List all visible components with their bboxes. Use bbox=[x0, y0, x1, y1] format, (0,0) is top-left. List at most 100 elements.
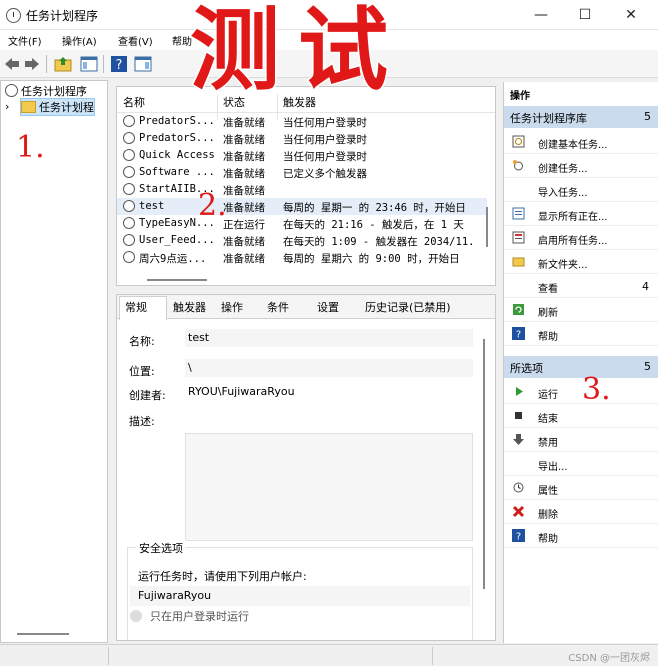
name-field[interactable]: test bbox=[185, 329, 473, 347]
svg-text:?: ? bbox=[516, 532, 521, 543]
detail-vscrollbar[interactable] bbox=[483, 339, 485, 589]
task-list: 名称 状态 触发器 PredatorS... 准备就绪 当任何用户登录时 Preda… bbox=[116, 86, 496, 286]
watermark-text: CSDN @一团灰烬 bbox=[568, 653, 650, 664]
clock-icon bbox=[6, 8, 21, 23]
run-as-label: 运行任务时，请使用下列用户帐户: bbox=[138, 570, 307, 583]
tree-expander[interactable]: › bbox=[5, 100, 9, 116]
table-row[interactable]: StartAIIB... 准备就绪 bbox=[117, 181, 487, 198]
menu-view[interactable]: 查看(V) bbox=[118, 33, 153, 48]
section-expand-indicator: 5 bbox=[644, 110, 651, 123]
title-bar: 任务计划程序 — ☐ ✕ bbox=[0, 0, 658, 30]
task-list-header: 名称 状态 触发器 bbox=[117, 87, 495, 120]
action-help-selected[interactable]: ? 帮助 bbox=[504, 524, 658, 548]
table-row[interactable]: User_Feed... 准备就绪 在每天的 1:09 - 触发器在 2034/11… bbox=[117, 232, 487, 249]
tab-actions[interactable]: 操作 bbox=[221, 299, 243, 315]
table-row[interactable]: TypeEasyN... 正在运行 在每天的 21:16 - 触发后，在 1 天 bbox=[117, 215, 487, 232]
help-icon: ? bbox=[512, 327, 525, 340]
security-options-title: 安全选项 bbox=[136, 540, 186, 556]
window-title: 任务计划程序 bbox=[26, 9, 99, 23]
section-header-selected[interactable]: 所选项 5 bbox=[504, 356, 658, 378]
action-refresh[interactable]: 刷新 bbox=[504, 298, 658, 322]
action-properties[interactable]: 属性 bbox=[504, 476, 658, 500]
folder-clock-icon bbox=[21, 101, 36, 113]
stop-icon bbox=[515, 412, 522, 419]
column-name[interactable]: 名称 bbox=[123, 94, 145, 110]
task-list-vscrollbar[interactable] bbox=[486, 207, 488, 247]
action-enable-all-history[interactable]: 启用所有任务... bbox=[504, 226, 658, 250]
tab-conditions[interactable]: 条件 bbox=[267, 299, 289, 315]
tab-general[interactable]: 常规 bbox=[125, 299, 147, 315]
action-show-running-tasks[interactable]: 显示所有正在... bbox=[504, 202, 658, 226]
forward-arrow-icon[interactable] bbox=[23, 55, 41, 73]
task-clock-icon bbox=[123, 166, 135, 178]
action-end[interactable]: 结束 bbox=[504, 404, 658, 428]
close-button[interactable]: ✕ bbox=[608, 0, 654, 30]
status-bar: CSDN @一团灰烬 bbox=[0, 644, 658, 666]
detail-tabs: 常规 触发器 操作 条件 设置 历史记录(已禁用) bbox=[117, 295, 495, 320]
svg-text:?: ? bbox=[116, 58, 123, 73]
action-delete[interactable]: 删除 bbox=[504, 500, 658, 524]
task-clock-icon bbox=[123, 251, 135, 263]
clock-icon bbox=[5, 84, 18, 97]
minimize-button[interactable]: — bbox=[518, 0, 564, 30]
task-clock-icon bbox=[123, 217, 135, 229]
menu-file[interactable]: 文件(F) bbox=[8, 33, 42, 48]
tree-item-root[interactable]: 任务计划程序 bbox=[5, 83, 87, 99]
table-row[interactable]: 周六9点运... 准备就绪 每周的 星期六 的 9:00 时，开始日 bbox=[117, 249, 487, 266]
actions-pane: 操作 任务计划程序库 5 创建基本任务... 创建任务... 导入任务... 显… bbox=[503, 82, 658, 643]
action-run[interactable]: 运行 bbox=[504, 380, 658, 404]
wizard-icon bbox=[512, 135, 525, 148]
security-options-group: 安全选项 运行任务时，请使用下列用户帐户: FujiwaraRyou 只在用户登… bbox=[127, 540, 473, 640]
back-arrow-icon[interactable] bbox=[3, 55, 21, 73]
properties-icon bbox=[513, 482, 524, 493]
table-row[interactable]: Quick Access 准备就绪 当任何用户登录时 bbox=[117, 147, 487, 164]
action-export[interactable]: 导出... bbox=[504, 452, 658, 476]
table-row-selected[interactable]: test 准备就绪 每周的 星期一 的 23:46 时，开始日 bbox=[117, 198, 487, 215]
name-label: 名称: bbox=[129, 335, 155, 348]
create-task-icon bbox=[513, 160, 523, 171]
description-field[interactable] bbox=[185, 433, 473, 541]
tab-settings[interactable]: 设置 bbox=[317, 299, 339, 315]
section-header-library[interactable]: 任务计划程序库 5 bbox=[504, 106, 658, 128]
task-list-hscrollbar[interactable] bbox=[147, 279, 207, 281]
task-clock-icon bbox=[123, 149, 135, 161]
author-field: RYOU\FujiwaraRyou bbox=[185, 383, 473, 401]
tree-item-library[interactable]: 任务计划程 bbox=[20, 98, 95, 116]
task-clock-icon bbox=[123, 183, 135, 195]
tab-triggers[interactable]: 触发器 bbox=[173, 299, 206, 315]
show-pane-icon[interactable] bbox=[80, 55, 98, 73]
tree-scrollbar[interactable] bbox=[17, 633, 69, 635]
author-label: 创建者: bbox=[129, 389, 166, 402]
up-folder-icon[interactable] bbox=[54, 55, 72, 73]
step-2-annotation: 2. bbox=[198, 188, 227, 223]
action-create-basic-task[interactable]: 创建基本任务... bbox=[504, 130, 658, 154]
table-row[interactable]: PredatorS... 准备就绪 当任何用户登录时 bbox=[117, 113, 487, 130]
section-expand-indicator: 5 bbox=[644, 360, 651, 373]
menu-action[interactable]: 操作(A) bbox=[62, 33, 97, 48]
column-status[interactable]: 状态 bbox=[223, 94, 245, 110]
action-disable[interactable]: 禁用 bbox=[504, 428, 658, 452]
tab-history[interactable]: 历史记录(已禁用) bbox=[365, 299, 451, 315]
running-tasks-icon bbox=[512, 207, 525, 220]
table-row[interactable]: Software ... 准备就绪 已定义多个触发器 bbox=[117, 164, 487, 181]
column-trigger[interactable]: 触发器 bbox=[283, 94, 316, 110]
svg-text:?: ? bbox=[516, 330, 521, 341]
step-1-annotation: 1. bbox=[16, 130, 45, 165]
run-logged-on-radio[interactable] bbox=[130, 610, 142, 622]
task-clock-icon bbox=[123, 234, 135, 246]
history-icon bbox=[512, 231, 525, 244]
maximize-button[interactable]: ☐ bbox=[562, 0, 608, 30]
action-pane-icon[interactable] bbox=[134, 55, 152, 73]
table-row[interactable]: PredatorS... 准备就绪 当任何用户登录时 bbox=[117, 130, 487, 147]
action-create-task[interactable]: 创建任务... bbox=[504, 154, 658, 178]
action-view[interactable]: 查看 4 bbox=[504, 274, 658, 298]
delete-icon bbox=[512, 505, 525, 518]
action-import-task[interactable]: 导入任务... bbox=[504, 178, 658, 202]
action-help-library[interactable]: ? 帮助 bbox=[504, 322, 658, 346]
menu-help[interactable]: 帮助 bbox=[172, 33, 192, 48]
toolbar: ? bbox=[0, 50, 658, 78]
refresh-icon bbox=[513, 304, 524, 315]
help-icon[interactable]: ? bbox=[110, 55, 128, 73]
action-new-folder[interactable]: 新文件夹... bbox=[504, 250, 658, 274]
submenu-indicator: 4 bbox=[642, 280, 649, 293]
